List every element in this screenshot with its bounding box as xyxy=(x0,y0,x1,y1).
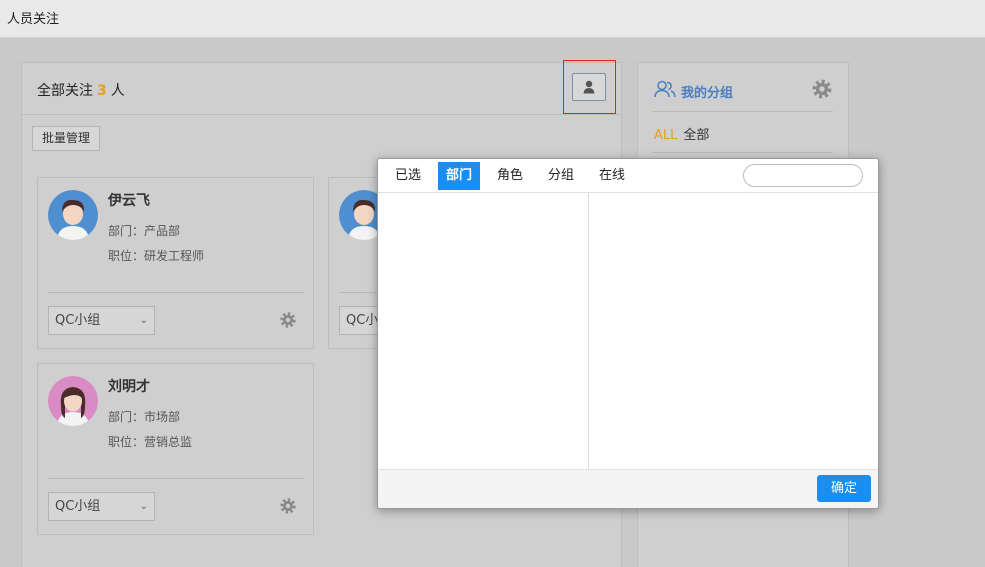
batch-manage-button[interactable]: 批量管理 xyxy=(32,126,100,151)
group-item-label: 全部 xyxy=(683,128,710,143)
group-people-icon xyxy=(654,80,676,98)
person-department: 部门：产品部 xyxy=(108,224,181,238)
person-department: 部门：市场部 xyxy=(108,410,181,424)
group-select-value: QC小组 xyxy=(55,499,101,514)
tab-selected[interactable]: 已选 xyxy=(387,162,429,190)
gear-icon[interactable] xyxy=(279,311,297,329)
my-groups-title: 我的分组 xyxy=(681,86,734,101)
person-list-pane[interactable] xyxy=(589,193,878,469)
group-select[interactable]: QC小组 ⌄ xyxy=(48,306,155,335)
followed-count: 3 xyxy=(97,83,107,99)
followed-count-title: 全部关注 3 人 xyxy=(37,80,125,100)
title-prefix: 全部关注 xyxy=(37,83,93,99)
tab-group[interactable]: 分组 xyxy=(540,162,582,190)
group-item-all[interactable]: ALL 全部 xyxy=(654,124,709,143)
chevron-down-icon: ⌄ xyxy=(139,501,148,512)
tab-department[interactable]: 部门 xyxy=(438,162,481,190)
panel-header: 全部关注 3 人 xyxy=(22,63,621,115)
highlight-box xyxy=(563,60,616,114)
window-title: 人员关注 xyxy=(7,12,60,27)
department-list-pane[interactable] xyxy=(378,193,589,469)
divider xyxy=(653,111,833,112)
person-card: 刘明才 部门：市场部 职位：营销总监 QC小组 ⌄ xyxy=(37,363,314,535)
tab-role[interactable]: 角色 xyxy=(489,162,531,190)
all-tag: ALL xyxy=(654,128,678,143)
selector-tabs: 已选 部门 角色 分组 在线 xyxy=(378,159,878,193)
dialog-footer: 确定 xyxy=(378,469,878,508)
person-card: 伊云飞 部门：产品部 职位：研发工程师 QC小组 ⌄ xyxy=(37,177,314,349)
person-position: 职位：营销总监 xyxy=(108,435,193,449)
person-position: 职位：研发工程师 xyxy=(108,249,205,263)
group-select-value: QC小组 xyxy=(55,313,101,328)
search-input[interactable] xyxy=(743,164,863,187)
tab-online[interactable]: 在线 xyxy=(591,162,633,190)
person-name: 刘明才 xyxy=(108,379,150,395)
gear-icon[interactable] xyxy=(811,78,833,100)
title-bar: 人员关注 xyxy=(0,0,985,38)
divider xyxy=(653,152,833,153)
group-select-value: QC小 xyxy=(346,313,379,328)
confirm-button[interactable]: 确定 xyxy=(817,475,871,502)
group-select[interactable]: QC小组 ⌄ xyxy=(48,492,155,521)
female-avatar xyxy=(48,376,98,426)
person-name: 伊云飞 xyxy=(108,193,150,209)
person-selector-dialog: 已选 部门 角色 分组 在线 确定 xyxy=(377,158,879,509)
gear-icon[interactable] xyxy=(279,497,297,515)
card-divider xyxy=(48,292,304,293)
male-avatar xyxy=(48,190,98,240)
card-divider xyxy=(48,478,304,479)
chevron-down-icon: ⌄ xyxy=(139,315,148,326)
title-suffix: 人 xyxy=(110,83,125,99)
